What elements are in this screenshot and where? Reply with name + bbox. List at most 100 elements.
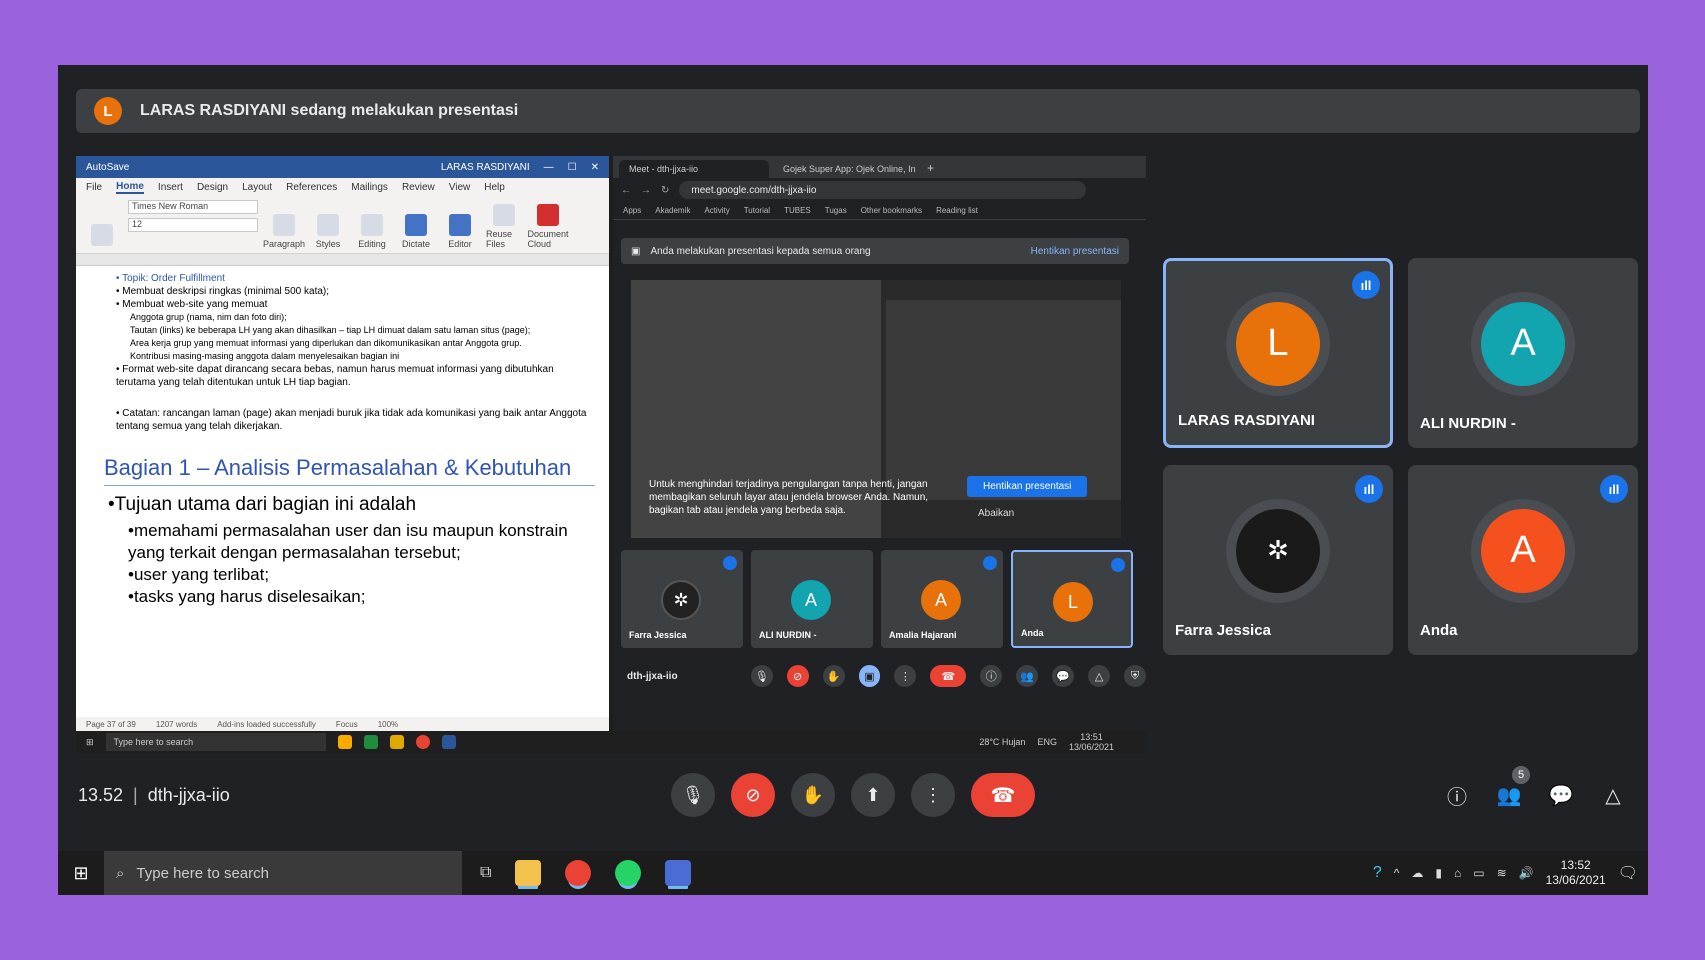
- app-icon[interactable]: [363, 735, 378, 749]
- raise-hand-button[interactable]: ✋: [791, 773, 835, 817]
- paste-button[interactable]: [84, 200, 120, 249]
- chat-icon[interactable]: 💬: [1052, 665, 1075, 687]
- menu-help[interactable]: Help: [484, 182, 505, 193]
- menu-mailings[interactable]: Mailings: [351, 182, 388, 193]
- camera-off-icon[interactable]: ⊘: [786, 665, 809, 687]
- menu-insert[interactable]: Insert: [158, 182, 183, 193]
- bookmark-other[interactable]: Other bookmarks: [861, 206, 922, 215]
- mic-button[interactable]: 🎙: [671, 773, 715, 817]
- menu-design[interactable]: Design: [197, 182, 228, 193]
- chevron-up-icon[interactable]: ^: [1394, 866, 1400, 880]
- editing-button[interactable]: Editing: [354, 200, 390, 249]
- maximize-icon[interactable]: ☐: [568, 162, 577, 173]
- menu-file[interactable]: File: [86, 182, 102, 193]
- font-name-field[interactable]: Times New Roman: [128, 200, 258, 214]
- app-icon[interactable]: [389, 735, 404, 749]
- minimize-icon[interactable]: —: [544, 162, 554, 173]
- bookmark-tugas[interactable]: Tugas: [825, 206, 847, 215]
- activities-button[interactable]: △: [1598, 780, 1628, 810]
- volume-icon[interactable]: 🔊: [1519, 866, 1534, 880]
- mic-tray-icon[interactable]: ▮: [1435, 866, 1442, 880]
- start-icon[interactable]: ⊞: [86, 737, 94, 748]
- paragraph-button[interactable]: Paragraph: [263, 200, 305, 249]
- bookmark-apps[interactable]: Apps: [623, 206, 641, 215]
- task-view-icon[interactable]: ⧉: [480, 864, 491, 882]
- taskbar-clock[interactable]: 13:52 13/06/2021: [1546, 858, 1606, 888]
- battery-icon[interactable]: ▭: [1473, 866, 1484, 880]
- mini-tile[interactable]: L Anda: [1011, 550, 1133, 648]
- bookmark-activity[interactable]: Activity: [704, 206, 729, 215]
- snipping-icon[interactable]: [665, 860, 692, 886]
- participant-tile[interactable]: L ıll LARAS RASDIYANI: [1163, 258, 1393, 448]
- end-call-icon[interactable]: ☎: [930, 665, 967, 687]
- file-explorer-icon[interactable]: [515, 860, 542, 886]
- dictate-button[interactable]: Dictate: [398, 200, 434, 249]
- mic-icon[interactable]: 🎙: [750, 665, 773, 687]
- editor-button[interactable]: Editor: [442, 200, 478, 249]
- word-icon[interactable]: [441, 735, 456, 749]
- menu-review[interactable]: Review: [402, 182, 435, 193]
- ignore-button[interactable]: Abaikan: [978, 508, 1014, 519]
- bookmark-akademik[interactable]: Akademik: [655, 206, 690, 215]
- people-icon[interactable]: 👥: [1016, 665, 1039, 687]
- font-size-field[interactable]: 12: [128, 218, 258, 232]
- chrome-icon[interactable]: [565, 860, 592, 886]
- participant-tile[interactable]: ✲ ıll Farra Jessica: [1163, 465, 1393, 655]
- stop-presenting-link[interactable]: Hentikan presentasi: [1031, 246, 1119, 257]
- focus-button[interactable]: Focus: [336, 720, 358, 729]
- document-body[interactable]: • Topik: Order Fulfillment • Membuat des…: [76, 266, 609, 608]
- mini-tile[interactable]: A Amalia Hajarani: [881, 550, 1003, 648]
- people-button[interactable]: 👥 5: [1494, 766, 1530, 810]
- chat-button[interactable]: 💬: [1546, 780, 1576, 810]
- info-button[interactable]: ⓘ: [1442, 780, 1472, 810]
- raise-hand-icon[interactable]: ✋: [822, 665, 845, 687]
- present-icon[interactable]: ▣: [858, 665, 881, 687]
- chrome-icon[interactable]: [415, 735, 430, 749]
- network-icon[interactable]: ⌂: [1454, 866, 1461, 880]
- lock-icon[interactable]: ⛨: [1124, 665, 1146, 687]
- notification-icon[interactable]: 🗨: [1618, 863, 1638, 883]
- tab-meet[interactable]: Meet - dth-jjxa-iio: [619, 160, 769, 178]
- language[interactable]: ENG: [1037, 737, 1057, 747]
- participant-tile[interactable]: A ıll Anda: [1408, 465, 1638, 655]
- menu-layout[interactable]: Layout: [242, 182, 272, 193]
- app-icon[interactable]: [337, 735, 352, 749]
- participant-tile[interactable]: A ALI NURDIN -: [1408, 258, 1638, 448]
- start-button[interactable]: ⊞: [58, 851, 104, 895]
- camera-button[interactable]: ⊘: [731, 773, 775, 817]
- new-tab-icon[interactable]: +: [927, 161, 934, 178]
- leave-call-button[interactable]: ☎: [971, 773, 1035, 817]
- bookmark-tubes[interactable]: TUBES: [784, 206, 811, 215]
- reload-icon[interactable]: ↻: [661, 185, 669, 196]
- autosave-label[interactable]: AutoSave: [86, 162, 129, 173]
- mini-tile[interactable]: ✲ Farra Jessica: [621, 550, 743, 648]
- weather[interactable]: 28°C Hujan: [979, 737, 1025, 747]
- url-field[interactable]: meet.google.com/dth-jjxa-iio: [679, 181, 1086, 199]
- back-icon[interactable]: ←: [621, 185, 631, 196]
- document-cloud-button[interactable]: Document Cloud: [527, 200, 569, 249]
- help-icon[interactable]: ?: [1373, 864, 1382, 882]
- info-icon[interactable]: ⓘ: [980, 665, 1003, 687]
- present-button[interactable]: ⬆: [851, 773, 895, 817]
- inner-search[interactable]: Type here to search: [105, 733, 326, 751]
- inner-clock[interactable]: 13:51 13/06/2021: [1069, 732, 1114, 752]
- forward-icon[interactable]: →: [641, 185, 651, 196]
- cloud-icon[interactable]: ☁: [1411, 866, 1423, 880]
- bookmark-tutorial[interactable]: Tutorial: [744, 206, 770, 215]
- stop-presentation-button[interactable]: Hentikan presentasi: [967, 476, 1088, 497]
- tab-gojek[interactable]: Gojek Super App: Ojek Online, In: [773, 160, 923, 178]
- more-options-button[interactable]: ⋮: [911, 773, 955, 817]
- menu-home[interactable]: Home: [116, 181, 144, 194]
- reading-list[interactable]: Reading list: [936, 206, 978, 215]
- more-icon[interactable]: ⋮: [894, 665, 917, 687]
- whatsapp-icon[interactable]: [615, 860, 642, 886]
- taskbar-search[interactable]: ⌕ Type here to search: [104, 851, 462, 895]
- zoom-level[interactable]: 100%: [378, 720, 398, 729]
- styles-button[interactable]: Styles: [310, 200, 346, 249]
- reuse-files-button[interactable]: Reuse Files: [486, 200, 522, 249]
- activities-icon[interactable]: △: [1088, 665, 1111, 687]
- menu-view[interactable]: View: [449, 182, 471, 193]
- menu-references[interactable]: References: [286, 182, 337, 193]
- wifi-icon[interactable]: ≋: [1497, 866, 1507, 880]
- close-icon[interactable]: ✕: [591, 162, 599, 173]
